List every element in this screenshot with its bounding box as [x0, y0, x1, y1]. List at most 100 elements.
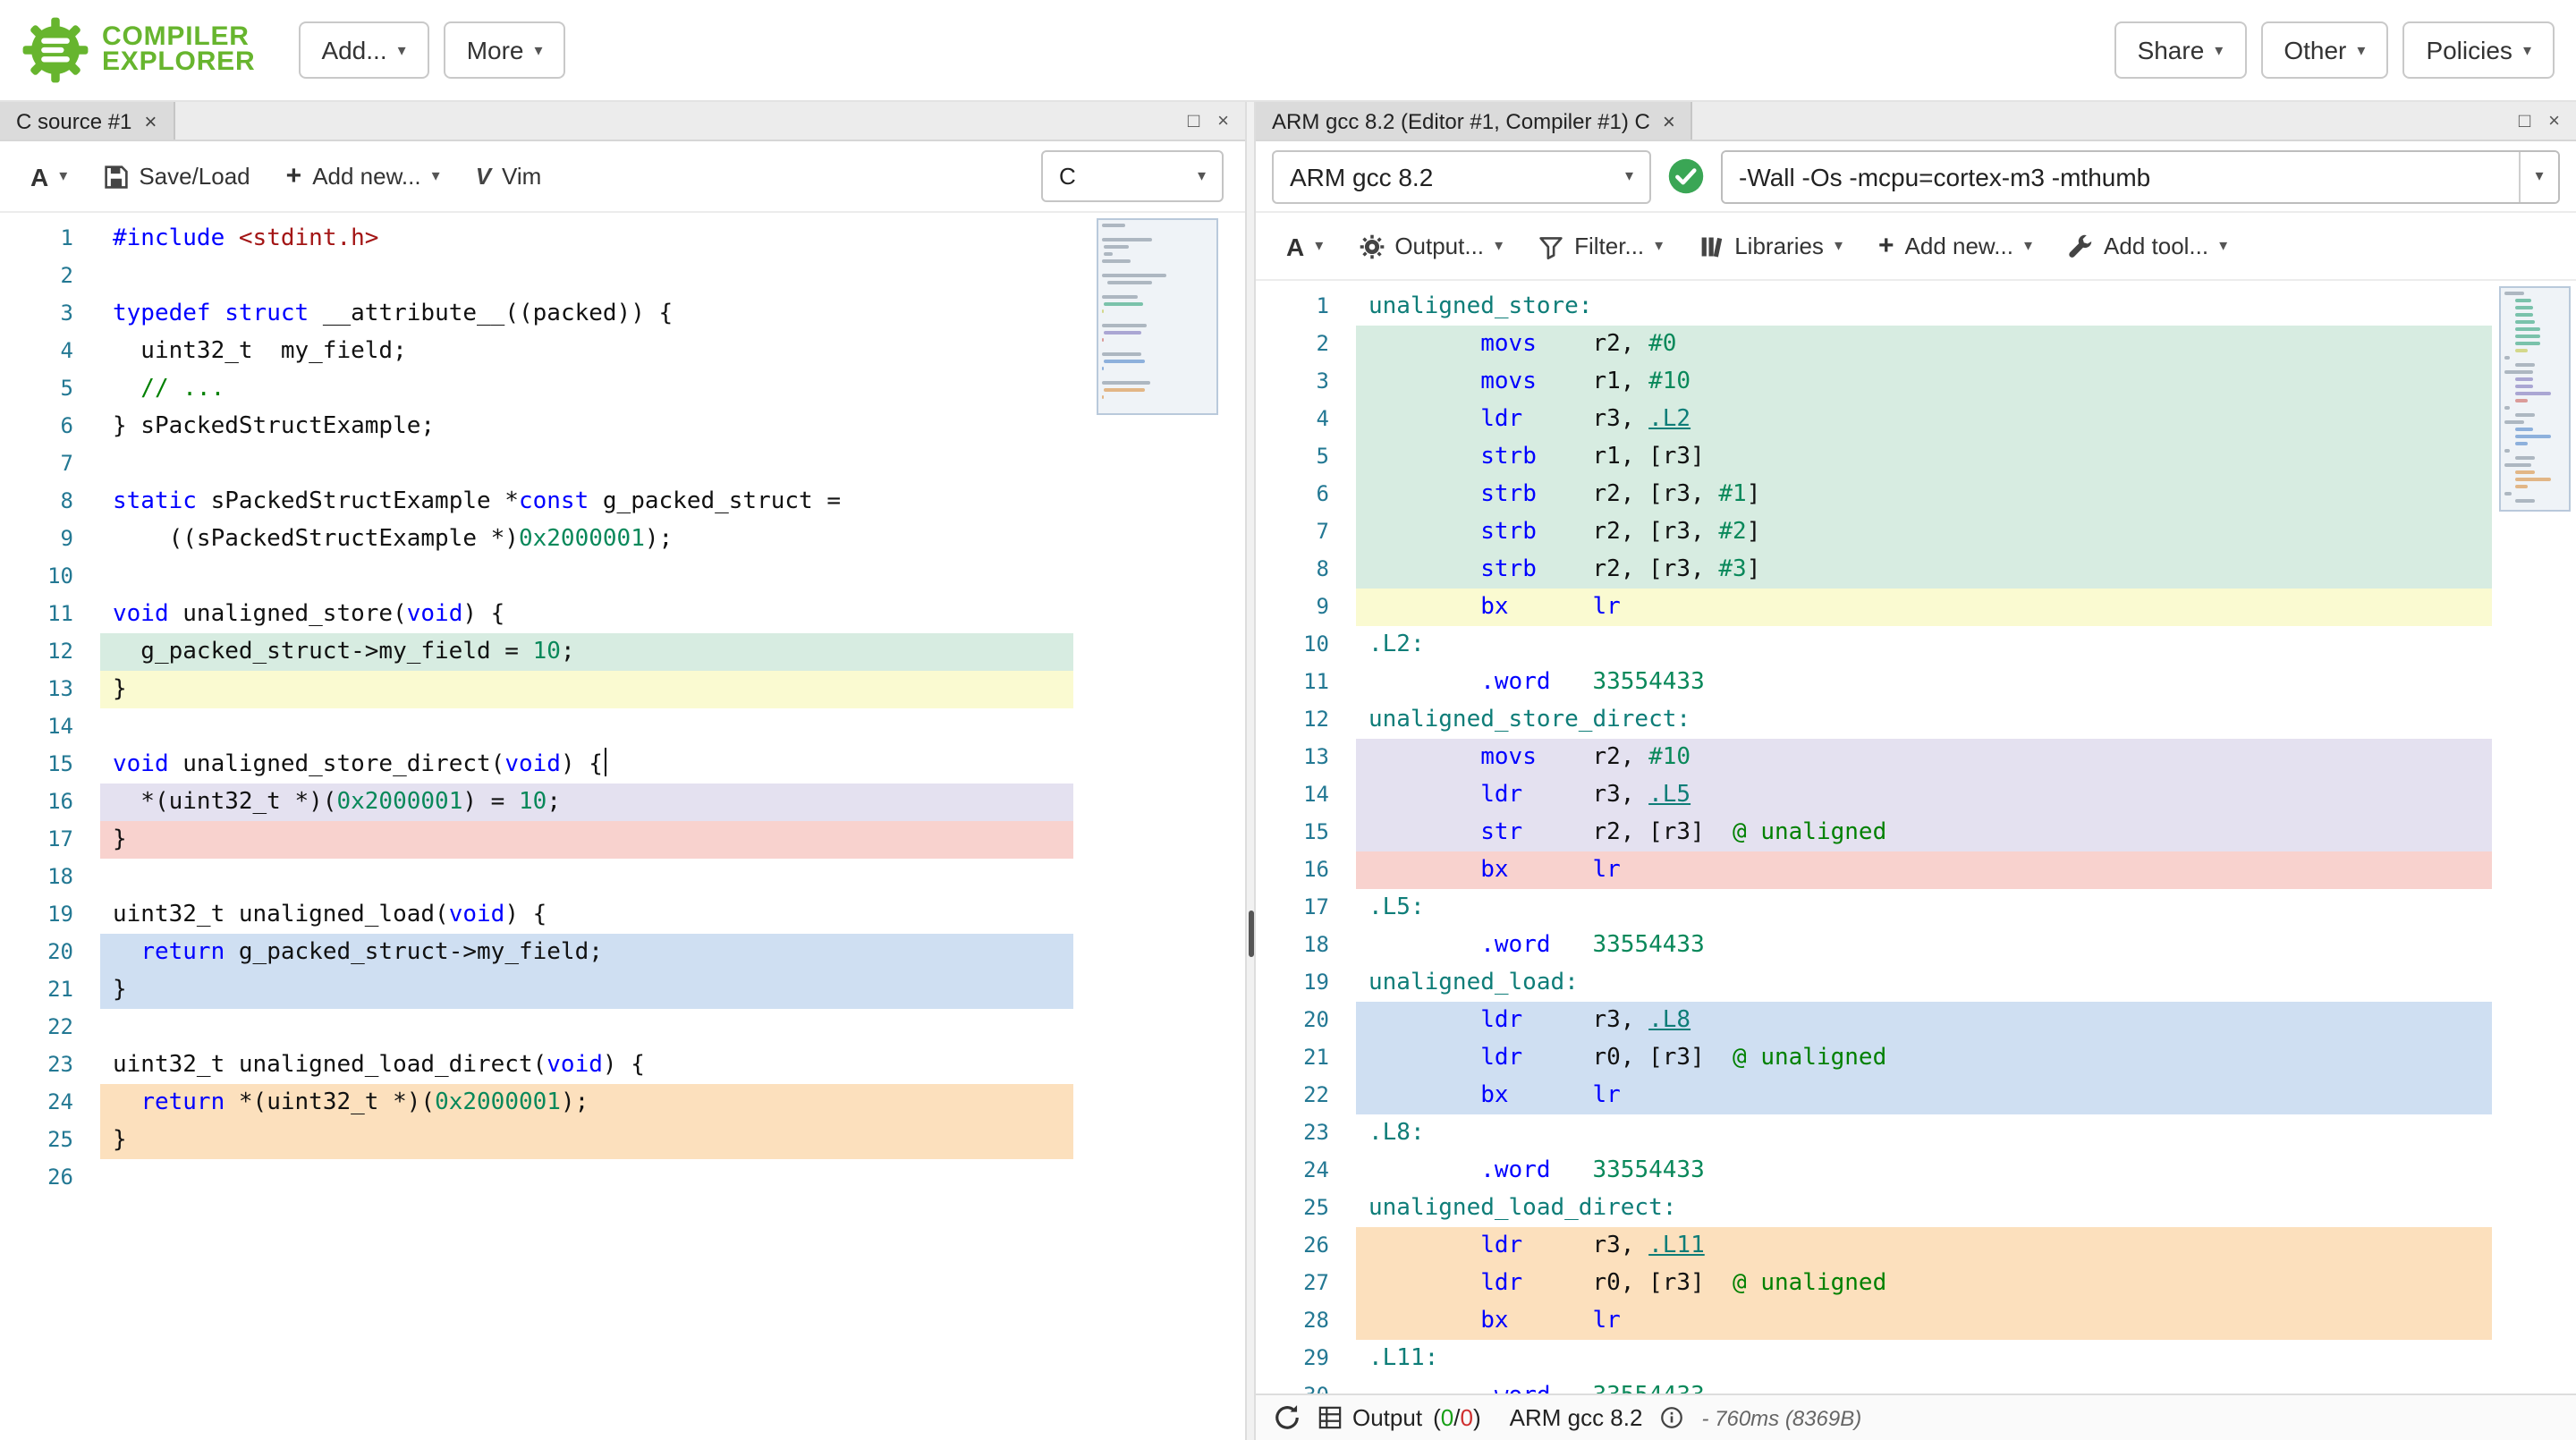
close-icon[interactable]: ×: [1663, 108, 1675, 133]
asm-line-22[interactable]: 22 bx lr: [1256, 1077, 2576, 1114]
line-content[interactable]: [100, 558, 1073, 596]
asm-line-19[interactable]: 19unaligned_load:: [1256, 964, 2576, 1002]
asm-line-3[interactable]: 3 movs r1, #10: [1256, 363, 2576, 401]
line-content[interactable]: [100, 708, 1073, 746]
line-content[interactable]: unaligned_load:: [1356, 964, 2492, 1002]
source-line-8[interactable]: 8static sPackedStructExample *const g_pa…: [0, 483, 1245, 521]
more-button[interactable]: More ▾: [444, 21, 566, 79]
tab-c-source[interactable]: C source #1 ×: [0, 102, 174, 140]
line-content[interactable]: strb r2, [r3, #3]: [1356, 551, 2492, 589]
source-line-2[interactable]: 2: [0, 258, 1245, 295]
source-line-26[interactable]: 26: [0, 1159, 1245, 1197]
line-content[interactable]: ((sPackedStructExample *)0x2000001);: [100, 521, 1073, 558]
asm-line-7[interactable]: 7 strb r2, [r3, #2]: [1256, 513, 2576, 551]
source-line-25[interactable]: 25}: [0, 1122, 1245, 1159]
line-content[interactable]: .L11:: [1356, 1340, 2492, 1377]
asm-minimap[interactable]: [2504, 292, 2565, 506]
line-content[interactable]: bx lr: [1356, 1302, 2492, 1340]
line-content[interactable]: uint32_t my_field;: [100, 333, 1073, 370]
line-content[interactable]: return g_packed_struct->my_field;: [100, 934, 1073, 971]
language-select[interactable]: C ▾: [1041, 150, 1224, 202]
asm-line-23[interactable]: 23.L8:: [1256, 1114, 2576, 1152]
close-icon[interactable]: ×: [144, 108, 157, 133]
asm-line-2[interactable]: 2 movs r2, #0: [1256, 326, 2576, 363]
filter-button[interactable]: Filter... ▾: [1522, 222, 1679, 270]
line-content[interactable]: [100, 1159, 1073, 1197]
source-line-23[interactable]: 23uint32_t unaligned_load_direct(void) {: [0, 1046, 1245, 1084]
line-content[interactable]: }: [100, 971, 1073, 1009]
minimap-slider[interactable]: [2499, 286, 2571, 512]
tab-compiler[interactable]: ARM gcc 8.2 (Editor #1, Compiler #1) C ×: [1256, 102, 1693, 140]
line-content[interactable]: *(uint32_t *)(0x2000001) = 10;: [100, 784, 1073, 821]
source-line-1[interactable]: 1#include <stdint.h>: [0, 220, 1245, 258]
line-content[interactable]: ldr r0, [r3] @ unaligned: [1356, 1265, 2492, 1302]
line-content[interactable]: typedef struct __attribute__((packed)) {: [100, 295, 1073, 333]
line-content[interactable]: unaligned_store_direct:: [1356, 701, 2492, 739]
line-content[interactable]: unaligned_load_direct:: [1356, 1190, 2492, 1227]
line-content[interactable]: } sPackedStructExample;: [100, 408, 1073, 445]
asm-line-15[interactable]: 15 str r2, [r3] @ unaligned: [1256, 814, 2576, 851]
source-line-21[interactable]: 21}: [0, 971, 1245, 1009]
line-content[interactable]: uint32_t unaligned_load_direct(void) {: [100, 1046, 1073, 1084]
line-content[interactable]: static sPackedStructExample *const g_pac…: [100, 483, 1073, 521]
line-content[interactable]: bx lr: [1356, 1077, 2492, 1114]
source-line-9[interactable]: 9 ((sPackedStructExample *)0x2000001);: [0, 521, 1245, 558]
asm-line-26[interactable]: 26 ldr r3, .L11: [1256, 1227, 2576, 1265]
line-content[interactable]: #include <stdint.h>: [100, 220, 1073, 258]
font-size-button[interactable]: A ▾: [1270, 221, 1339, 271]
line-content[interactable]: ldr r3, .L8: [1356, 1002, 2492, 1039]
asm-line-9[interactable]: 9 bx lr: [1256, 589, 2576, 626]
source-line-10[interactable]: 10: [0, 558, 1245, 596]
output-options-button[interactable]: Output... ▾: [1343, 222, 1519, 270]
line-content[interactable]: return *(uint32_t *)(0x2000001);: [100, 1084, 1073, 1122]
line-content[interactable]: str r2, [r3] @ unaligned: [1356, 814, 2492, 851]
compiler-select[interactable]: ARM gcc 8.2 ▾: [1272, 149, 1651, 203]
asm-line-24[interactable]: 24 .word 33554433: [1256, 1152, 2576, 1190]
source-minimap[interactable]: [1102, 224, 1213, 410]
source-line-22[interactable]: 22: [0, 1009, 1245, 1046]
line-content[interactable]: .L8:: [1356, 1114, 2492, 1152]
source-line-14[interactable]: 14: [0, 708, 1245, 746]
other-button[interactable]: Other ▾: [2260, 21, 2388, 79]
close-icon[interactable]: ×: [1217, 110, 1229, 131]
line-content[interactable]: [100, 859, 1073, 896]
policies-button[interactable]: Policies ▾: [2402, 21, 2555, 79]
asm-line-21[interactable]: 21 ldr r0, [r3] @ unaligned: [1256, 1039, 2576, 1077]
line-content[interactable]: }: [100, 821, 1073, 859]
source-line-4[interactable]: 4 uint32_t my_field;: [0, 333, 1245, 370]
compiler-options-input[interactable]: [1723, 151, 2519, 201]
line-content[interactable]: void unaligned_store_direct(void) {: [100, 746, 1073, 784]
font-size-button[interactable]: A ▾: [14, 151, 83, 201]
source-line-7[interactable]: 7: [0, 445, 1245, 483]
line-content[interactable]: .word 33554433: [1356, 1377, 2492, 1393]
line-content[interactable]: strb r2, [r3, #1]: [1356, 476, 2492, 513]
asm-line-16[interactable]: 16 bx lr: [1256, 851, 2576, 889]
source-line-6[interactable]: 6} sPackedStructExample;: [0, 408, 1245, 445]
source-line-15[interactable]: 15void unaligned_store_direct(void) {: [0, 746, 1245, 784]
line-content[interactable]: }: [100, 1122, 1073, 1159]
minimap-slider[interactable]: [1097, 218, 1218, 415]
line-content[interactable]: ldr r3, .L5: [1356, 776, 2492, 814]
asm-line-29[interactable]: 29.L11:: [1256, 1340, 2576, 1377]
asm-line-4[interactable]: 4 ldr r3, .L2: [1256, 401, 2576, 438]
compiler-info-button[interactable]: [1660, 1406, 1683, 1429]
options-dropdown-button[interactable]: ▾: [2519, 151, 2558, 201]
asm-line-17[interactable]: 17.L5:: [1256, 889, 2576, 927]
line-content[interactable]: movs r2, #10: [1356, 739, 2492, 776]
line-content[interactable]: movs r2, #0: [1356, 326, 2492, 363]
asm-line-20[interactable]: 20 ldr r3, .L8: [1256, 1002, 2576, 1039]
label-link[interactable]: .L8: [1648, 1007, 1690, 1034]
asm-line-30[interactable]: 30 .word 33554433: [1256, 1377, 2576, 1393]
line-content[interactable]: strb r2, [r3, #2]: [1356, 513, 2492, 551]
asm-line-12[interactable]: 12unaligned_store_direct:: [1256, 701, 2576, 739]
pane-splitter[interactable]: [1245, 102, 1256, 1440]
line-content[interactable]: .L2:: [1356, 626, 2492, 664]
source-line-17[interactable]: 17}: [0, 821, 1245, 859]
output-toggle-button[interactable]: Output (0/0): [1318, 1404, 1481, 1431]
line-content[interactable]: bx lr: [1356, 851, 2492, 889]
line-content[interactable]: void unaligned_store(void) {: [100, 596, 1073, 633]
libraries-button[interactable]: Libraries ▾: [1682, 222, 1859, 270]
label-link[interactable]: .L11: [1648, 1232, 1705, 1259]
asm-line-1[interactable]: 1unaligned_store:: [1256, 288, 2576, 326]
asm-line-10[interactable]: 10.L2:: [1256, 626, 2576, 664]
